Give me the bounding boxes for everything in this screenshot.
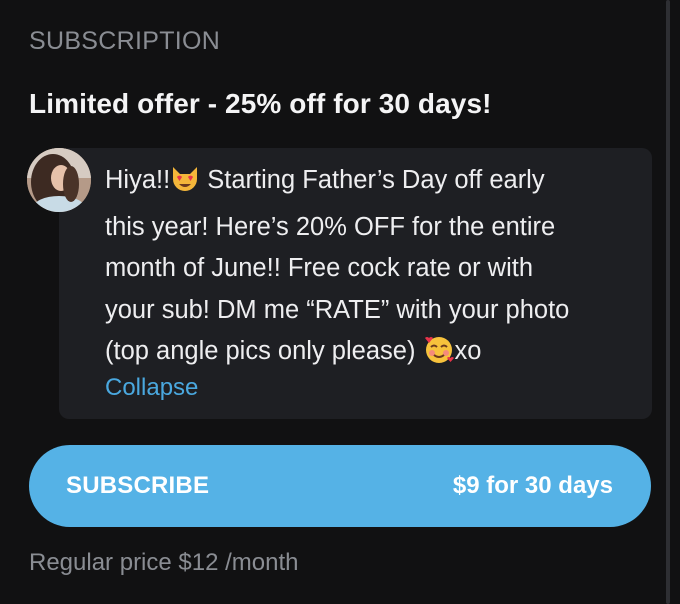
message-line-1a: Hiya!! [105,166,171,194]
message-line-5b: xo [454,337,482,365]
subscribe-button[interactable]: SUBSCRIBE $9 for 30 days [29,445,651,527]
message-line-4: your sub! DM me “RATE” with your photo [105,295,570,324]
message-line-1b: Starting Father’s Day off early [200,166,545,194]
regular-price-text: Regular price $12 /month [29,549,299,576]
subscribe-price: $9 for 30 days [452,472,613,499]
offer-title: Limited offer - 25% off for 30 days! [29,88,492,119]
collapse-link[interactable]: Collapse [105,374,198,402]
avatar-image [27,148,91,212]
subscribe-label: SUBSCRIBE [66,472,210,499]
smiling-face-with-hearts-icon [423,334,455,378]
message-line-2: this year! Here’s 20% OFF for the entire [105,212,556,241]
section-label: SUBSCRIPTION [29,27,221,55]
message-line-3: month of June!! Free cock rate or with [105,254,534,282]
message-line-5a: (top angle pics only please) [105,337,423,365]
heart-eyes-cat-icon [170,165,200,207]
message-text: Hiya!! Starting Father’s Day off early t… [105,160,635,378]
avatar[interactable] [27,148,91,212]
scrollbar[interactable] [666,0,670,604]
